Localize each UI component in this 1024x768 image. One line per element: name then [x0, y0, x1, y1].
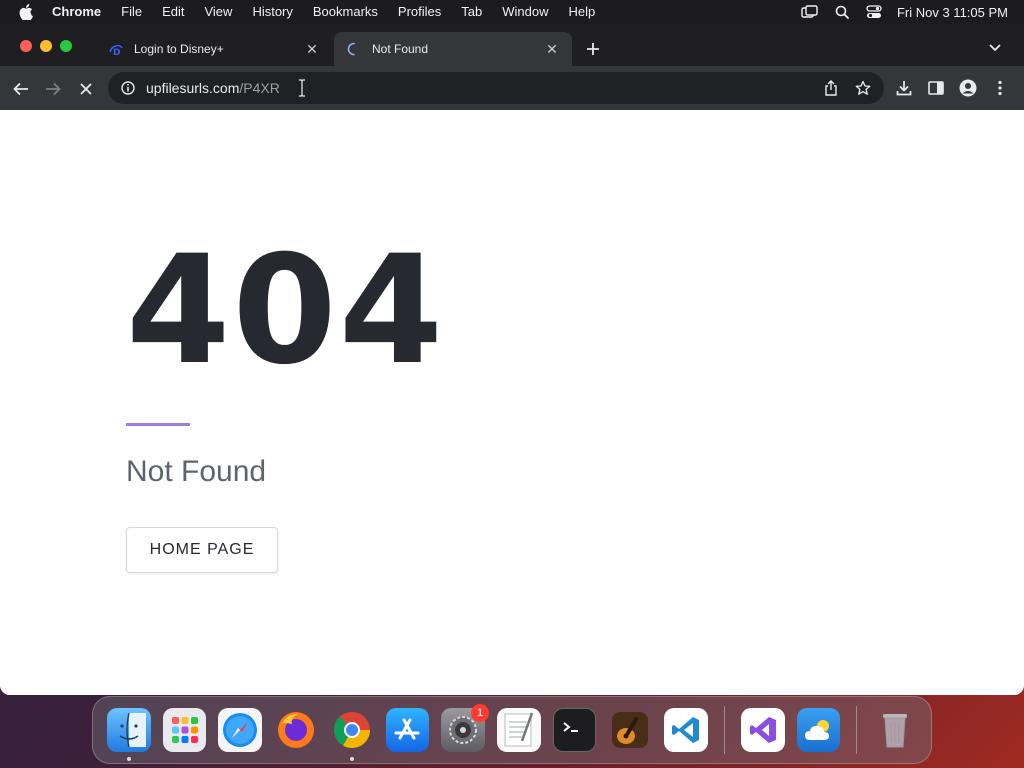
address-bar[interactable]: upfilesurls.com /P4XR [108, 72, 884, 104]
menu-app-name[interactable]: Chrome [44, 0, 111, 24]
tab-search-chevron-icon[interactable] [986, 40, 1004, 56]
tab-title: Login to Disney+ [134, 42, 224, 56]
close-tab-icon[interactable]: ✕ [544, 41, 560, 57]
url-path: /P4XR [239, 80, 280, 96]
app-store-icon[interactable] [385, 708, 430, 752]
trash-icon[interactable] [873, 708, 917, 752]
site-info-icon[interactable] [120, 80, 136, 96]
launchpad-icon[interactable] [162, 708, 207, 752]
svg-text:D: D [113, 48, 120, 56]
tab-title: Not Found [372, 42, 429, 56]
text-cursor-icon [296, 79, 308, 97]
tab-login-disney[interactable]: D Login to Disney+ ✕ [96, 32, 332, 66]
menu-bookmarks[interactable]: Bookmarks [303, 0, 388, 24]
dock: 1 [92, 696, 932, 764]
browser-toolbar: upfilesurls.com /P4XR [0, 66, 1024, 110]
loading-spinner-icon [346, 41, 362, 57]
page-content: 404 Not Found HOME PAGE [0, 110, 1024, 695]
stop-loading-button[interactable] [75, 78, 97, 100]
terminal-icon[interactable] [552, 708, 597, 752]
firefox-icon[interactable] [274, 708, 318, 752]
menu-history[interactable]: History [242, 0, 302, 24]
chrome-icon[interactable] [330, 708, 374, 761]
error-message: Not Found [126, 455, 267, 488]
menu-file[interactable]: File [111, 0, 152, 24]
finder-icon[interactable] [107, 708, 151, 761]
side-panel-icon[interactable] [926, 78, 946, 98]
tab-not-found[interactable]: Not Found ✕ [334, 32, 572, 66]
error-code: 404 [126, 224, 446, 398]
close-window-button[interactable] [20, 40, 32, 52]
home-page-button[interactable]: HOME PAGE [126, 527, 278, 573]
dock-separator [856, 706, 858, 754]
menu-bar: Chrome File Edit View History Bookmarks … [0, 0, 1024, 24]
spotlight-search-icon[interactable] [833, 4, 851, 20]
forward-button[interactable] [42, 78, 64, 100]
safari-icon[interactable] [218, 708, 263, 752]
system-settings-icon[interactable]: 1 [441, 704, 490, 752]
menu-tab[interactable]: Tab [451, 0, 492, 24]
url-host: upfilesurls.com [146, 80, 240, 96]
bookmark-star-icon[interactable] [854, 79, 872, 97]
textedit-icon[interactable] [497, 708, 541, 752]
browser-window: D Login to Disney+ ✕ Not Found ✕ upfiles… [0, 24, 1024, 695]
menu-view[interactable]: View [194, 0, 242, 24]
menu-edit[interactable]: Edit [152, 0, 194, 24]
tab-strip: D Login to Disney+ ✕ Not Found ✕ [0, 24, 1024, 66]
screen-mirroring-icon[interactable] [801, 4, 819, 20]
running-indicator [349, 757, 354, 761]
back-button[interactable] [10, 78, 32, 100]
share-icon[interactable] [822, 79, 840, 97]
close-tab-icon[interactable]: ✕ [304, 41, 320, 57]
weather-icon[interactable] [796, 708, 841, 752]
running-indicator [127, 757, 131, 761]
menu-window[interactable]: Window [492, 0, 558, 24]
garageband-icon[interactable] [608, 708, 652, 752]
zoom-window-button[interactable] [60, 40, 72, 52]
menu-profiles[interactable]: Profiles [388, 0, 451, 24]
minimize-window-button[interactable] [40, 40, 52, 52]
notification-badge: 1 [471, 704, 490, 722]
disney-plus-icon: D [108, 41, 124, 57]
menu-help[interactable]: Help [559, 0, 606, 24]
window-controls [20, 40, 72, 52]
profile-avatar-icon[interactable] [958, 78, 978, 98]
vscode-icon[interactable] [664, 708, 708, 752]
visual-studio-icon[interactable] [740, 708, 785, 752]
more-menu-icon[interactable] [990, 78, 1010, 98]
accent-divider [126, 423, 190, 426]
apple-menu-icon[interactable] [16, 2, 36, 22]
new-tab-button[interactable] [582, 38, 604, 60]
menu-bar-clock[interactable]: Fri Nov 3 11:05 PM [897, 5, 1008, 20]
dock-separator [723, 706, 725, 754]
download-icon[interactable] [894, 78, 914, 98]
control-center-icon[interactable] [865, 4, 883, 20]
